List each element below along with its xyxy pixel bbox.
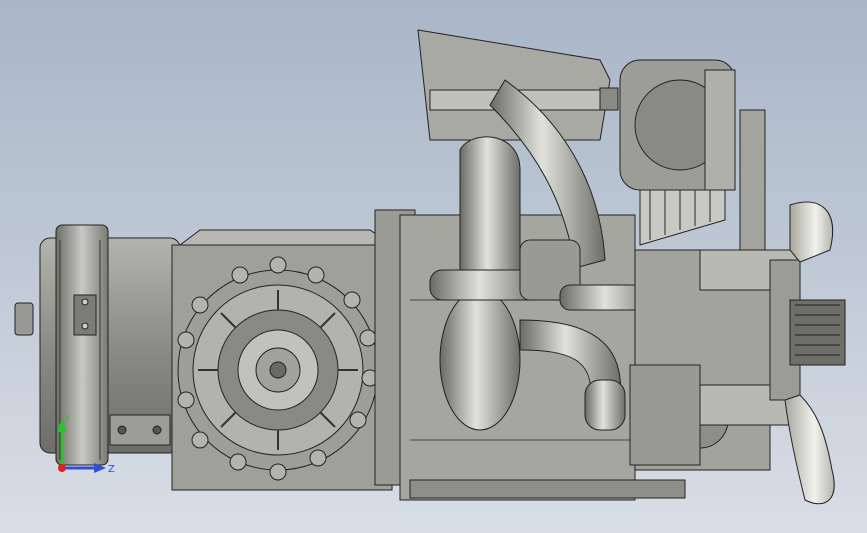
engine-assembly-model[interactable] [0, 0, 867, 533]
origin-marker [58, 464, 66, 472]
cad-viewport[interactable]: Y Z [0, 0, 867, 533]
z-axis-label: Z [108, 464, 115, 475]
cooling-fan [769, 201, 846, 505]
z-axis-arrow [94, 463, 106, 473]
y-axis-label: Y [63, 414, 71, 425]
axis-triad: Y Z [50, 410, 120, 480]
